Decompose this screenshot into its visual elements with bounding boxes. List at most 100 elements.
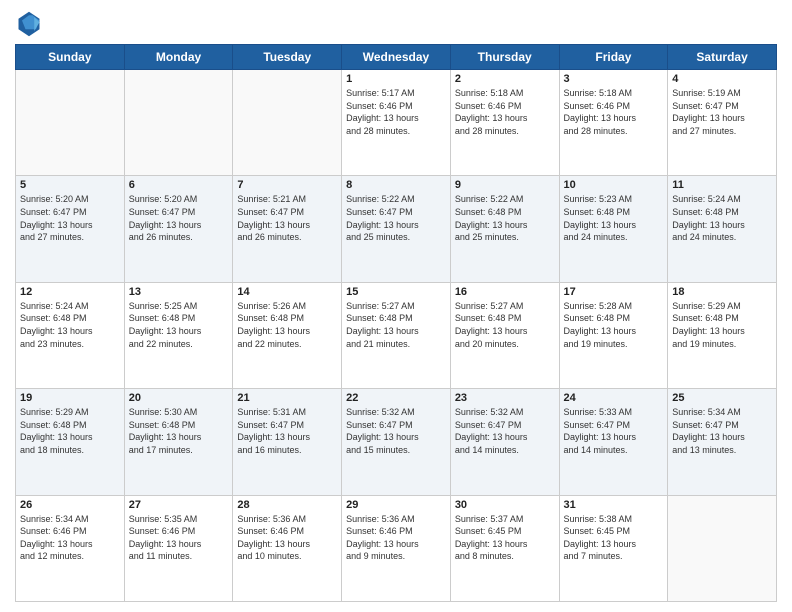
calendar-cell: 2 Sunrise: 5:18 AM Sunset: 6:46 PM Daylig…: [450, 70, 559, 176]
calendar-cell: 8 Sunrise: 5:22 AM Sunset: 6:47 PM Daylig…: [342, 176, 451, 282]
day-info: Sunrise: 5:20 AM Sunset: 6:47 PM Dayligh…: [20, 193, 120, 243]
weekday-header-sunday: Sunday: [16, 45, 125, 70]
day-info: Sunrise: 5:22 AM Sunset: 6:48 PM Dayligh…: [455, 193, 555, 243]
day-info: Sunrise: 5:25 AM Sunset: 6:48 PM Dayligh…: [129, 300, 229, 350]
logo-icon: [15, 10, 43, 38]
calendar-cell: 16 Sunrise: 5:27 AM Sunset: 6:48 PM Dayli…: [450, 282, 559, 388]
day-info: Sunrise: 5:36 AM Sunset: 6:46 PM Dayligh…: [237, 513, 337, 563]
calendar-cell: 11 Sunrise: 5:24 AM Sunset: 6:48 PM Dayli…: [668, 176, 777, 282]
day-number: 13: [129, 286, 229, 298]
calendar-cell: 22 Sunrise: 5:32 AM Sunset: 6:47 PM Dayli…: [342, 389, 451, 495]
page: SundayMondayTuesdayWednesdayThursdayFrid…: [0, 0, 792, 612]
day-number: 6: [129, 179, 229, 191]
calendar-cell: 24Sunrise: 5:33 AM Sunset: 6:47 PM Dayli…: [559, 389, 668, 495]
calendar-cell: [233, 70, 342, 176]
day-number: 9: [455, 179, 555, 191]
day-number: 14: [237, 286, 337, 298]
day-info: Sunrise: 5:18 AM Sunset: 6:46 PM Dayligh…: [564, 87, 664, 137]
calendar-cell: 13 Sunrise: 5:25 AM Sunset: 6:48 PM Dayli…: [124, 282, 233, 388]
day-number: 23: [455, 392, 555, 404]
day-number: 2: [455, 73, 555, 85]
calendar-cell: 12 Sunrise: 5:24 AM Sunset: 6:48 PM Dayli…: [16, 282, 125, 388]
day-number: 3: [564, 73, 664, 85]
day-info: Sunrise: 5:30 AM Sunset: 6:48 PM Dayligh…: [129, 406, 229, 456]
day-info: Sunrise: 5:22 AM Sunset: 6:47 PM Dayligh…: [346, 193, 446, 243]
weekday-header-friday: Friday: [559, 45, 668, 70]
day-info: Sunrise: 5:36 AM Sunset: 6:46 PM Dayligh…: [346, 513, 446, 563]
calendar-cell: 14Sunrise: 5:26 AM Sunset: 6:48 PM Dayli…: [233, 282, 342, 388]
day-number: 11: [672, 179, 772, 191]
calendar-cell: 31 Sunrise: 5:38 AM Sunset: 6:45 PM Dayli…: [559, 495, 668, 601]
calendar-week-row: 26 Sunrise: 5:34 AM Sunset: 6:46 PM Dayli…: [16, 495, 777, 601]
day-info: Sunrise: 5:17 AM Sunset: 6:46 PM Dayligh…: [346, 87, 446, 137]
calendar-cell: [16, 70, 125, 176]
day-info: Sunrise: 5:32 AM Sunset: 6:47 PM Dayligh…: [346, 406, 446, 456]
day-number: 17: [564, 286, 664, 298]
day-number: 4: [672, 73, 772, 85]
calendar-cell: 21 Sunrise: 5:31 AM Sunset: 6:47 PM Dayli…: [233, 389, 342, 495]
day-number: 1: [346, 73, 446, 85]
calendar-cell: 28 Sunrise: 5:36 AM Sunset: 6:46 PM Dayli…: [233, 495, 342, 601]
calendar-cell: [668, 495, 777, 601]
calendar-week-row: 5 Sunrise: 5:20 AM Sunset: 6:47 PM Daylig…: [16, 176, 777, 282]
day-info: Sunrise: 5:31 AM Sunset: 6:47 PM Dayligh…: [237, 406, 337, 456]
calendar-cell: 4Sunrise: 5:19 AM Sunset: 6:47 PM Daylig…: [668, 70, 777, 176]
day-info: Sunrise: 5:24 AM Sunset: 6:48 PM Dayligh…: [20, 300, 120, 350]
day-number: 28: [237, 499, 337, 511]
calendar-cell: 23 Sunrise: 5:32 AM Sunset: 6:47 PM Dayli…: [450, 389, 559, 495]
day-number: 29: [346, 499, 446, 511]
day-number: 12: [20, 286, 120, 298]
calendar-cell: 26 Sunrise: 5:34 AM Sunset: 6:46 PM Dayli…: [16, 495, 125, 601]
weekday-header-row: SundayMondayTuesdayWednesdayThursdayFrid…: [16, 45, 777, 70]
day-number: 10: [564, 179, 664, 191]
day-info: Sunrise: 5:21 AM Sunset: 6:47 PM Dayligh…: [237, 193, 337, 243]
day-number: 5: [20, 179, 120, 191]
weekday-header-monday: Monday: [124, 45, 233, 70]
day-info: Sunrise: 5:28 AM Sunset: 6:48 PM Dayligh…: [564, 300, 664, 350]
day-info: Sunrise: 5:34 AM Sunset: 6:47 PM Dayligh…: [672, 406, 772, 456]
day-number: 15: [346, 286, 446, 298]
day-number: 26: [20, 499, 120, 511]
calendar-cell: 25 Sunrise: 5:34 AM Sunset: 6:47 PM Dayli…: [668, 389, 777, 495]
calendar-cell: 10 Sunrise: 5:23 AM Sunset: 6:48 PM Dayli…: [559, 176, 668, 282]
day-info: Sunrise: 5:18 AM Sunset: 6:46 PM Dayligh…: [455, 87, 555, 137]
weekday-header-thursday: Thursday: [450, 45, 559, 70]
day-info: Sunrise: 5:34 AM Sunset: 6:46 PM Dayligh…: [20, 513, 120, 563]
day-info: Sunrise: 5:27 AM Sunset: 6:48 PM Dayligh…: [346, 300, 446, 350]
day-info: Sunrise: 5:37 AM Sunset: 6:45 PM Dayligh…: [455, 513, 555, 563]
day-info: Sunrise: 5:24 AM Sunset: 6:48 PM Dayligh…: [672, 193, 772, 243]
calendar-cell: 6Sunrise: 5:20 AM Sunset: 6:47 PM Daylig…: [124, 176, 233, 282]
calendar-cell: 15 Sunrise: 5:27 AM Sunset: 6:48 PM Dayli…: [342, 282, 451, 388]
calendar-cell: 30 Sunrise: 5:37 AM Sunset: 6:45 PM Dayli…: [450, 495, 559, 601]
day-number: 16: [455, 286, 555, 298]
day-info: Sunrise: 5:33 AM Sunset: 6:47 PM Dayligh…: [564, 406, 664, 456]
day-info: Sunrise: 5:29 AM Sunset: 6:48 PM Dayligh…: [672, 300, 772, 350]
day-info: Sunrise: 5:27 AM Sunset: 6:48 PM Dayligh…: [455, 300, 555, 350]
calendar-cell: 29 Sunrise: 5:36 AM Sunset: 6:46 PM Dayli…: [342, 495, 451, 601]
day-number: 27: [129, 499, 229, 511]
day-info: Sunrise: 5:23 AM Sunset: 6:48 PM Dayligh…: [564, 193, 664, 243]
calendar-cell: 5 Sunrise: 5:20 AM Sunset: 6:47 PM Daylig…: [16, 176, 125, 282]
calendar-week-row: 19 Sunrise: 5:29 AM Sunset: 6:48 PM Dayli…: [16, 389, 777, 495]
day-info: Sunrise: 5:32 AM Sunset: 6:47 PM Dayligh…: [455, 406, 555, 456]
weekday-header-wednesday: Wednesday: [342, 45, 451, 70]
day-info: Sunrise: 5:29 AM Sunset: 6:48 PM Dayligh…: [20, 406, 120, 456]
weekday-header-saturday: Saturday: [668, 45, 777, 70]
day-info: Sunrise: 5:38 AM Sunset: 6:45 PM Dayligh…: [564, 513, 664, 563]
calendar-cell: 9 Sunrise: 5:22 AM Sunset: 6:48 PM Daylig…: [450, 176, 559, 282]
logo: [15, 10, 47, 38]
day-number: 8: [346, 179, 446, 191]
calendar-cell: 19 Sunrise: 5:29 AM Sunset: 6:48 PM Dayli…: [16, 389, 125, 495]
header: [15, 10, 777, 38]
day-number: 30: [455, 499, 555, 511]
calendar-cell: [124, 70, 233, 176]
day-number: 25: [672, 392, 772, 404]
calendar-cell: 7Sunrise: 5:21 AM Sunset: 6:47 PM Daylig…: [233, 176, 342, 282]
day-number: 22: [346, 392, 446, 404]
calendar-cell: 3 Sunrise: 5:18 AM Sunset: 6:46 PM Daylig…: [559, 70, 668, 176]
day-number: 31: [564, 499, 664, 511]
day-number: 19: [20, 392, 120, 404]
weekday-header-tuesday: Tuesday: [233, 45, 342, 70]
calendar-week-row: 12 Sunrise: 5:24 AM Sunset: 6:48 PM Dayli…: [16, 282, 777, 388]
day-number: 21: [237, 392, 337, 404]
